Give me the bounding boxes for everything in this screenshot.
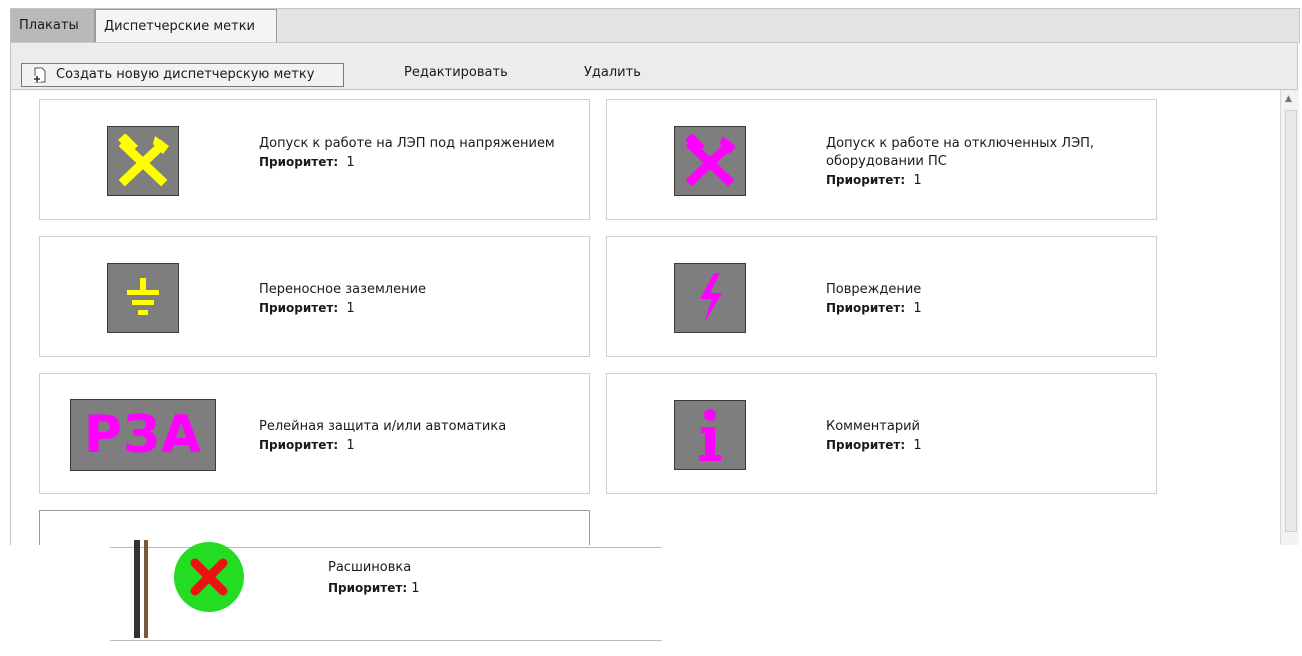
new-document-icon	[33, 67, 46, 83]
mark-card[interactable]	[39, 510, 590, 545]
priority-value: 1	[346, 438, 355, 453]
priority-value: 1	[411, 581, 420, 596]
toolbar: Создать новую диспетчерскую метку Редакт…	[10, 42, 1298, 90]
mark-title: Допуск к работе на ЛЭП под напряжением	[259, 136, 555, 151]
mark-title: Расшиновка	[328, 560, 412, 575]
mark-card[interactable]: Переносное заземление Приоритет: 1	[39, 236, 590, 357]
mark-title: Повреждение	[826, 282, 922, 297]
delete-button[interactable]: Удалить	[584, 65, 641, 80]
marks-list: Допуск к работе на ЛЭП под напряжением П…	[10, 90, 1299, 545]
create-mark-button[interactable]: Создать новую диспетчерскую метку	[21, 63, 344, 87]
dragged-mark-card[interactable]: Расшиновка Приоритет: 1	[110, 540, 662, 641]
priority-value: 1	[346, 155, 355, 170]
tab-posters[interactable]: Плакаты	[11, 9, 95, 43]
priority-label: Приоритет:	[826, 173, 906, 187]
vertical-scrollbar[interactable]: ▲	[1280, 90, 1299, 545]
drag-edge	[144, 540, 148, 638]
priority-label: Приоритет:	[328, 581, 408, 595]
priority-label: Приоритет:	[259, 438, 339, 452]
mark-card[interactable]: Допуск к работе на ЛЭП под напряжением П…	[39, 99, 590, 220]
priority-label: Приоритет:	[259, 301, 339, 315]
create-mark-label: Создать новую диспетчерскую метку	[56, 67, 315, 82]
mark-title: Комментарий	[826, 419, 920, 434]
relay-protection-icon: РЗА	[70, 399, 216, 471]
tab-bar: Плакаты Диспетчерские метки	[10, 8, 1300, 43]
crossed-tools-icon	[674, 126, 746, 196]
mark-card[interactable]: РЗА Релейная защита и/или автоматика При…	[39, 373, 590, 494]
priority-label: Приоритет:	[259, 155, 339, 169]
tab-dispatch-marks[interactable]: Диспетчерские метки	[95, 9, 277, 43]
mark-title: Переносное заземление	[259, 282, 427, 297]
priority-value: 1	[913, 173, 922, 188]
mark-title: Допуск к работе на отключенных ЛЭП, обор…	[826, 136, 1095, 169]
priority-label: Приоритет:	[826, 301, 906, 315]
mark-card[interactable]: Комментарий Приоритет: 1	[606, 373, 1157, 494]
priority-value: 1	[913, 301, 922, 316]
drag-edge	[134, 540, 140, 638]
lightning-icon	[674, 263, 746, 333]
scroll-up-icon[interactable]: ▲	[1285, 94, 1292, 104]
priority-value: 1	[913, 438, 922, 453]
priority-label: Приоритет:	[826, 438, 906, 452]
red-x-green-circle-icon	[174, 542, 244, 612]
crossed-tools-icon	[107, 126, 179, 196]
info-icon	[674, 400, 746, 470]
priority-value: 1	[346, 301, 355, 316]
mark-card[interactable]: Повреждение Приоритет: 1	[606, 236, 1157, 357]
mark-title: Релейная защита и/или автоматика	[259, 419, 507, 434]
mark-card[interactable]: Допуск к работе на отключенных ЛЭП, обор…	[606, 99, 1157, 220]
scroll-thumb[interactable]	[1285, 110, 1297, 532]
edit-button[interactable]: Редактировать	[404, 65, 508, 80]
ground-icon	[107, 263, 179, 333]
